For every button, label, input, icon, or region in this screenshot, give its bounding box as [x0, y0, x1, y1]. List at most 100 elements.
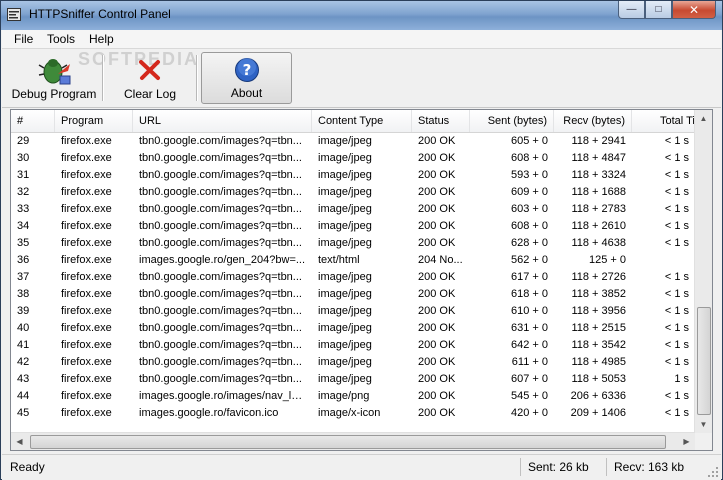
cell-status: 200 OK — [418, 152, 456, 164]
app-icon — [7, 8, 21, 21]
cell-sent: 562 + 0 — [510, 254, 548, 266]
vertical-scrollbar[interactable]: ▲ ▼ — [694, 110, 712, 433]
table-row[interactable]: 41 firefox.exe tbn0.google.com/images?q=tb… — [11, 337, 695, 354]
toolbar-separator — [196, 55, 198, 101]
column-header-url[interactable]: URL — [133, 110, 312, 132]
cell-program: firefox.exe — [61, 152, 112, 164]
cell-total-time: < 1 s — [664, 135, 689, 147]
cell-url: tbn0.google.com/images?q=tbn... — [139, 322, 302, 334]
cell-recv: 118 + 2610 — [571, 220, 626, 232]
cell-recv: 118 + 5053 — [571, 373, 626, 385]
cell-program: firefox.exe — [61, 407, 112, 419]
table-row[interactable]: 39 firefox.exe tbn0.google.com/images?q=tb… — [11, 303, 695, 320]
cell-content-type: image/jpeg — [318, 135, 372, 147]
column-header-content-type[interactable]: Content Type — [312, 110, 412, 132]
cell-program: firefox.exe — [61, 186, 112, 198]
table-row[interactable]: 35 firefox.exe tbn0.google.com/images?q=tb… — [11, 235, 695, 252]
title-bar[interactable]: HTTPSniffer Control Panel — □ ✕ — [1, 1, 722, 30]
minimize-button[interactable]: — — [618, 1, 645, 19]
table-row[interactable]: 30 firefox.exe tbn0.google.com/images?q=tb… — [11, 150, 695, 167]
menu-bar: File Tools Help — [2, 30, 721, 49]
cell-number: 43 — [17, 373, 30, 385]
cell-sent: 628 + 0 — [510, 237, 548, 249]
table-row[interactable]: 43 firefox.exe tbn0.google.com/images?q=tb… — [11, 371, 695, 388]
cell-program: firefox.exe — [61, 203, 112, 215]
table-row[interactable]: 45 firefox.exe images.google.ro/favicon.ic… — [11, 405, 695, 422]
table-row[interactable]: 36 firefox.exe images.google.ro/gen_204?bw… — [11, 252, 695, 269]
maximize-button[interactable]: □ — [645, 1, 672, 19]
cell-url: tbn0.google.com/images?q=tbn... — [139, 186, 302, 198]
column-header-sent[interactable]: Sent (bytes) — [470, 110, 554, 132]
cell-content-type: image/jpeg — [318, 220, 372, 232]
cell-url: tbn0.google.com/images?q=tbn... — [139, 339, 302, 351]
arrow-up-icon: ▲ — [699, 114, 708, 123]
resize-grip-icon[interactable] — [707, 466, 719, 478]
table-row[interactable]: 40 firefox.exe tbn0.google.com/images?q=tb… — [11, 320, 695, 337]
menu-file[interactable]: File — [14, 32, 33, 46]
clear-log-label: Clear Log — [123, 87, 177, 101]
column-header-status[interactable]: Status — [412, 110, 470, 132]
minimize-icon: — — [626, 4, 637, 15]
cell-content-type: image/jpeg — [318, 288, 372, 300]
arrow-right-icon: ▶ — [683, 437, 690, 446]
cell-url: tbn0.google.com/images?q=tbn... — [139, 288, 302, 300]
cell-url: images.google.ro/images/nav_lo... — [139, 390, 307, 402]
cell-program: firefox.exe — [61, 373, 112, 385]
about-label: About — [230, 86, 263, 100]
cell-total-time: < 1 s — [664, 186, 689, 198]
table-row[interactable]: 42 firefox.exe tbn0.google.com/images?q=tb… — [11, 354, 695, 371]
about-button[interactable]: ? About — [201, 52, 292, 104]
scroll-left-button[interactable]: ◀ — [11, 433, 28, 450]
cell-recv: 118 + 4638 — [571, 237, 626, 249]
cell-url: tbn0.google.com/images?q=tbn... — [139, 271, 302, 283]
table-row[interactable]: 32 firefox.exe tbn0.google.com/images?q=tb… — [11, 184, 695, 201]
toolbar: Debug Program SOFTPEDIA Clear Log ? Abou… — [2, 49, 721, 108]
table-row[interactable]: 38 firefox.exe tbn0.google.com/images?q=tb… — [11, 286, 695, 303]
scroll-right-button[interactable]: ▶ — [678, 433, 695, 450]
table-row[interactable]: 37 firefox.exe tbn0.google.com/images?q=tb… — [11, 269, 695, 286]
menu-help[interactable]: Help — [89, 32, 114, 46]
cell-number: 39 — [17, 305, 30, 317]
cell-number: 33 — [17, 203, 30, 215]
cell-content-type: image/jpeg — [318, 152, 372, 164]
table-row[interactable]: 44 firefox.exe images.google.ro/images/nav… — [11, 388, 695, 405]
cell-sent: 609 + 0 — [510, 186, 548, 198]
horizontal-scroll-thumb[interactable] — [30, 435, 666, 449]
cell-sent: 605 + 0 — [510, 135, 548, 147]
table-row[interactable]: 29 firefox.exe tbn0.google.com/images?q=tb… — [11, 133, 695, 150]
cell-url: tbn0.google.com/images?q=tbn... — [139, 152, 302, 164]
window-controls: — □ ✕ — [618, 1, 716, 20]
cell-sent: 608 + 0 — [510, 152, 548, 164]
close-button[interactable]: ✕ — [672, 1, 716, 19]
vertical-scroll-thumb[interactable] — [697, 307, 711, 415]
svg-text:?: ? — [243, 61, 252, 79]
cell-sent: 603 + 0 — [510, 203, 548, 215]
cell-url: tbn0.google.com/images?q=tbn... — [139, 169, 302, 181]
column-header-recv[interactable]: Recv (bytes) — [554, 110, 632, 132]
cell-recv: 209 + 1406 — [570, 407, 626, 419]
menu-tools[interactable]: Tools — [47, 32, 75, 46]
column-header-program[interactable]: Program — [55, 110, 133, 132]
table-row[interactable]: 34 firefox.exe tbn0.google.com/images?q=tb… — [11, 218, 695, 235]
request-list[interactable]: # Program URL Content Type Status Sent (… — [10, 109, 713, 451]
clear-log-button[interactable]: Clear Log — [110, 52, 190, 104]
cell-status: 200 OK — [418, 169, 456, 181]
cell-sent: 642 + 0 — [510, 339, 548, 351]
cell-url: tbn0.google.com/images?q=tbn... — [139, 373, 302, 385]
horizontal-scrollbar[interactable]: ◀ ▶ — [11, 432, 695, 450]
cell-recv: 118 + 4847 — [571, 152, 626, 164]
scroll-down-button[interactable]: ▼ — [695, 416, 712, 433]
cell-total-time: < 1 s — [664, 390, 689, 402]
cell-url: tbn0.google.com/images?q=tbn... — [139, 237, 302, 249]
cell-total-time: < 1 s — [664, 220, 689, 232]
scroll-up-button[interactable]: ▲ — [695, 110, 712, 127]
cell-number: 37 — [17, 271, 30, 283]
list-header: # Program URL Content Type Status Sent (… — [11, 110, 711, 133]
column-header-number[interactable]: # — [11, 110, 55, 132]
table-row[interactable]: 33 firefox.exe tbn0.google.com/images?q=tb… — [11, 201, 695, 218]
table-row[interactable]: 31 firefox.exe tbn0.google.com/images?q=tb… — [11, 167, 695, 184]
debug-bug-icon — [38, 59, 71, 85]
cell-content-type: image/jpeg — [318, 322, 372, 334]
cell-number: 38 — [17, 288, 30, 300]
cell-content-type: image/jpeg — [318, 373, 372, 385]
